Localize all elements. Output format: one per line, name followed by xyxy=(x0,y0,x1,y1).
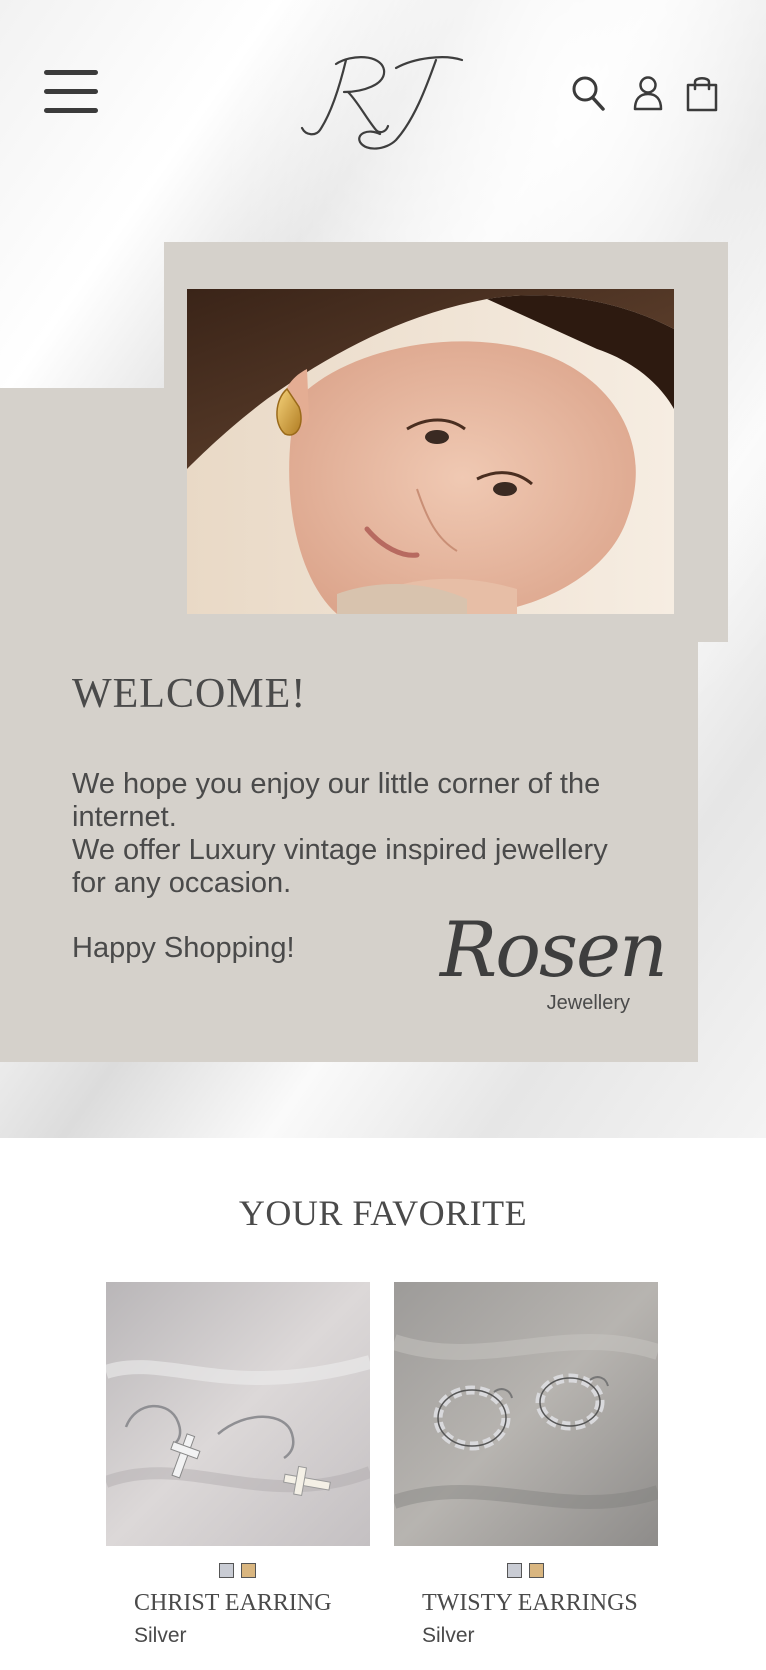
product-image-twisty-earrings[interactable] xyxy=(394,1282,658,1546)
site-logo[interactable] xyxy=(296,40,466,160)
swatch-silver[interactable] xyxy=(219,1563,234,1578)
product-name[interactable]: TWISTY EARRINGS xyxy=(422,1590,638,1617)
product-image-christ-earring[interactable] xyxy=(106,1282,370,1546)
hero-photo xyxy=(187,289,674,614)
swatch-gold[interactable] xyxy=(529,1563,544,1578)
color-swatches xyxy=(507,1563,551,1579)
swatch-silver[interactable] xyxy=(507,1563,522,1578)
hamburger-menu-button[interactable] xyxy=(44,70,98,114)
happy-shopping-text: Happy Shopping! xyxy=(72,932,295,964)
menu-bar xyxy=(44,108,98,113)
site-header xyxy=(0,0,766,190)
product-card[interactable]: TWISTY EARRINGS Silver xyxy=(394,1282,658,1647)
product-variant: Silver xyxy=(422,1624,475,1647)
welcome-intro: We hope you enjoy our little corner of t… xyxy=(72,768,632,900)
search-icon[interactable] xyxy=(570,74,606,112)
brand-sub: Jewellery xyxy=(546,992,630,1014)
welcome-title: WELCOME! xyxy=(72,671,307,717)
menu-bar xyxy=(44,89,98,94)
rj-monogram xyxy=(300,56,464,150)
favorites-title: YOUR FAVORITE xyxy=(238,1193,528,1233)
swatch-gold[interactable] xyxy=(241,1563,256,1578)
user-account-icon[interactable] xyxy=(630,74,666,112)
intro-line: We offer Luxury vintage inspired jewelle… xyxy=(72,834,608,899)
product-name[interactable]: CHRIST EARRING xyxy=(134,1590,332,1617)
color-swatches xyxy=(219,1563,263,1579)
brand-script: Rosen xyxy=(440,905,668,994)
rosen-jewellery-signature-logo: Rosen Jewellery xyxy=(440,912,668,1022)
product-variant: Silver xyxy=(134,1624,187,1647)
menu-bar xyxy=(44,70,98,75)
product-card[interactable]: CHRIST EARRING Silver xyxy=(106,1282,370,1647)
shopping-bag-icon[interactable] xyxy=(684,74,720,112)
intro-line: We hope you enjoy our little corner of t… xyxy=(72,768,601,833)
